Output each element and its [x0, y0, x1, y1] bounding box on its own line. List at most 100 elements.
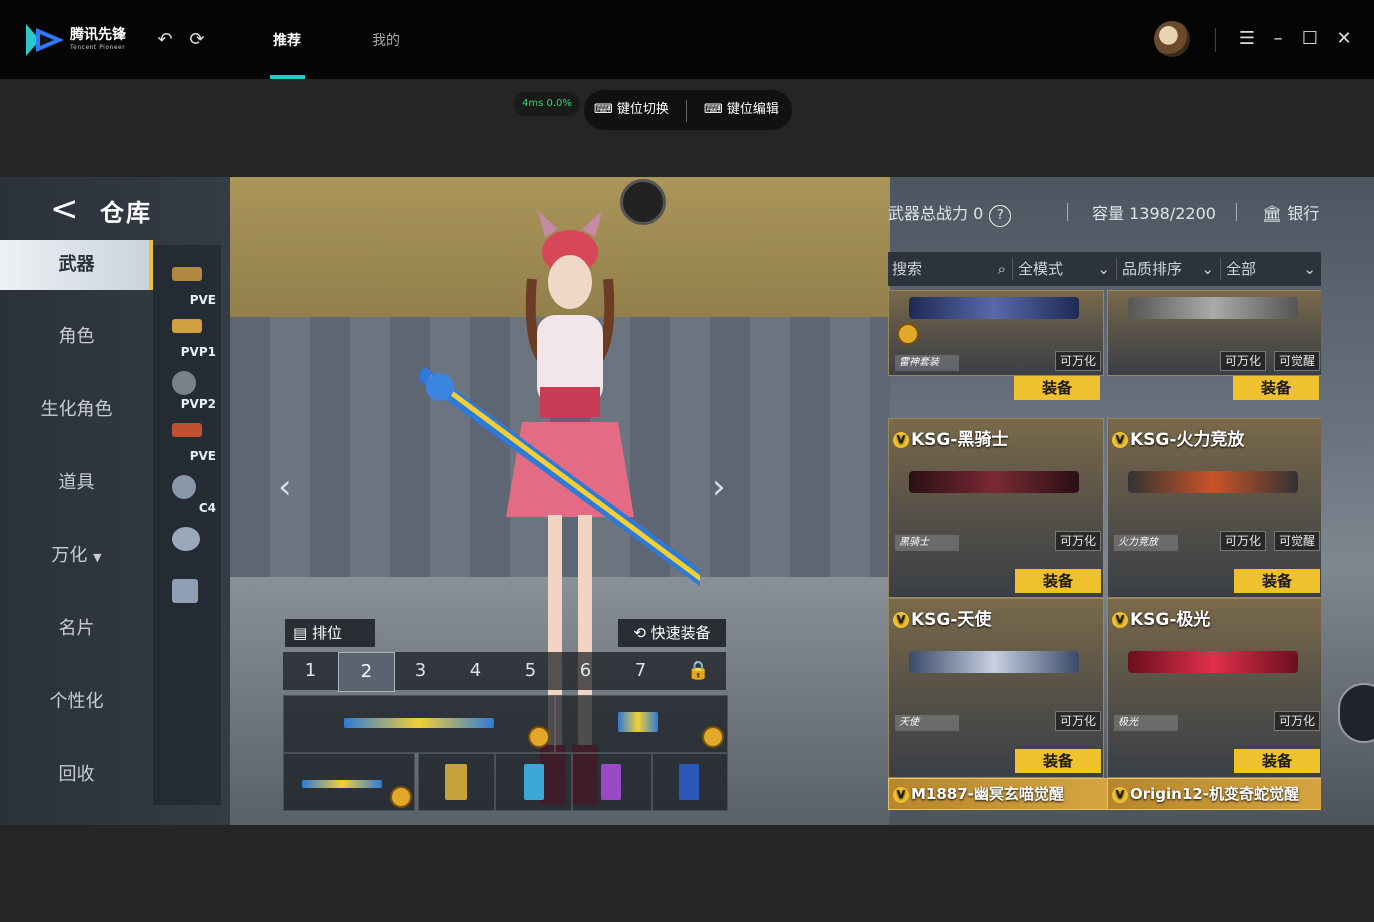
key-switch-label: 键位切换 [616, 102, 669, 117]
coin-icon [390, 786, 412, 808]
gun-icon [172, 267, 202, 281]
sub-tab-pve[interactable]: PVE [168, 261, 218, 309]
divider [1116, 258, 1117, 280]
category-dropdown[interactable]: 全部 ⌄ [1226, 252, 1318, 286]
bank-button[interactable]: 🏛 银行 [1262, 200, 1319, 224]
secondary-weapon-slot[interactable] [555, 695, 728, 753]
menu-icon[interactable]: ☰ [1235, 27, 1259, 51]
back-arrow-icon[interactable]: < [50, 189, 79, 229]
weapon-card[interactable]: V KSG-黑骑士 黑骑士 可万化 装备 [888, 418, 1104, 598]
search-icon: ⌕ [997, 260, 1006, 278]
sort-dropdown[interactable]: 品质排序 ⌄ [1122, 252, 1216, 286]
weapon-card[interactable]: 可万化 可觉醒 [1107, 290, 1321, 376]
menu-item-characters[interactable]: 角色 [0, 312, 153, 362]
sort-value: 品质排序 [1122, 260, 1183, 278]
menu-item-wanhua[interactable]: 万化 ▼ [0, 531, 153, 581]
melee-slot[interactable] [283, 753, 415, 811]
equip-button[interactable]: 装备 [1233, 376, 1319, 400]
slot-4[interactable]: 4 [448, 652, 503, 690]
tab-mine[interactable]: 我的 [372, 30, 400, 50]
capacity: 容量 1398/2200 [1092, 200, 1216, 224]
equip-button[interactable]: 装备 [1234, 749, 1320, 773]
avatar[interactable] [1154, 21, 1190, 57]
tag-transformable: 可万化 [1219, 351, 1266, 371]
weapon-image [1128, 471, 1298, 493]
tab-recommended[interactable]: 推荐 [273, 30, 301, 50]
tag-transformable: 可万化 [1054, 351, 1101, 371]
search-input[interactable]: 搜索 ⌕ [892, 252, 1008, 286]
knife-icon [172, 371, 196, 395]
quick-equip-button[interactable]: ⟲ 快速装备 [618, 619, 726, 647]
item-slot-flash[interactable] [495, 753, 572, 811]
active-tab-indicator [270, 75, 305, 79]
sub-tab-pve-2[interactable]: PVE [168, 417, 218, 465]
chevron-down-icon: ⌄ [1303, 260, 1316, 278]
tag-awaken: 可觉醒 [1273, 531, 1320, 551]
item-slot-extra[interactable] [652, 753, 728, 811]
divider [1220, 258, 1221, 280]
logo-subtext: Tencent Pioneer [70, 44, 126, 51]
rifle-icon [344, 718, 494, 728]
side-expand-button[interactable] [1338, 683, 1374, 743]
menu-item-weapons[interactable]: 武器 [0, 240, 153, 290]
skin-badge: 火力竞放 [1114, 535, 1178, 551]
weapon-card[interactable]: V KSG-天使 天使 可万化 装备 [888, 598, 1104, 778]
menu-item-items[interactable]: 道具 [0, 458, 153, 508]
maximize-icon[interactable]: ☐ [1298, 27, 1322, 51]
sort-button[interactable]: ▤ 排位 [285, 619, 375, 647]
prev-arrow-icon[interactable]: ‹ [278, 467, 292, 507]
slot-7[interactable]: 7 [613, 652, 668, 690]
key-edit-button[interactable]: ⌨ 键位编辑 [704, 90, 779, 130]
flashbang-icon [524, 764, 544, 800]
weapon-grid: 雷神套装 可万化 可万化 可觉醒 装备 装备 V KSG-黑骑士 黑骑士 可万化 … [888, 290, 1321, 825]
menu-item-recycle[interactable]: 回收 [0, 750, 153, 800]
weapon-power: 武器总战力 0? [888, 200, 1012, 227]
logo-text: 腾讯先锋 [70, 27, 126, 43]
equip-button[interactable]: 装备 [1015, 569, 1101, 593]
sort-label: 排位 [311, 624, 342, 642]
minimize-icon[interactable]: – [1266, 27, 1290, 51]
slot-2[interactable]: 2 [338, 652, 395, 692]
weapon-card[interactable]: 雷神套装 可万化 [888, 290, 1104, 376]
sub-tab-c4[interactable]: C4 [168, 469, 218, 517]
tag-awaken: 可觉醒 [1273, 351, 1320, 371]
v-icon: V [893, 786, 909, 803]
slot-3[interactable]: 3 [393, 652, 448, 690]
weapon-card[interactable]: V M1887-幽冥玄喵觉醒 [888, 778, 1108, 810]
weapon-card[interactable]: V Origin12-机变奇蛇觉醒 [1107, 778, 1321, 810]
slot-6[interactable]: 6 [558, 652, 613, 690]
grenade-icon [445, 764, 467, 800]
swap-icon: ⟲ [633, 624, 646, 642]
sub-tab-pvp2[interactable]: PVP2 [168, 365, 218, 413]
equip-button[interactable]: 装备 [1234, 569, 1320, 593]
sub-tab-helmet[interactable] [168, 521, 218, 569]
equip-button[interactable]: 装备 [1014, 376, 1100, 400]
primary-weapon-slot[interactable] [283, 695, 555, 753]
weapon-image [1128, 297, 1298, 319]
grenade-slot[interactable] [418, 753, 495, 811]
help-icon[interactable]: ? [989, 205, 1012, 227]
slot-5[interactable]: 5 [503, 652, 558, 690]
mode-dropdown[interactable]: 全模式 ⌄ [1018, 252, 1112, 286]
key-switch-button[interactable]: ⌨ 键位切换 [594, 90, 669, 130]
slot-1[interactable]: 1 [283, 652, 338, 690]
sub-tab-armor[interactable] [168, 573, 218, 621]
refresh-icon[interactable]: ⟳ [186, 29, 208, 51]
game-viewport: < 仓库 武器 角色 生化角色 道具 万化 ▼ 名片 个性化 回收 PVE PV… [0, 177, 1374, 825]
divider [1067, 203, 1068, 221]
weapon-card[interactable]: V KSG-极光 极光 可万化 装备 [1107, 598, 1321, 778]
equip-button[interactable]: 装备 [1015, 749, 1101, 773]
weapon-card[interactable]: V KSG-火力竞放 火力竞放 可万化 可觉醒 装备 [1107, 418, 1321, 598]
close-icon[interactable]: ✕ [1332, 27, 1356, 51]
sub-tab-pvp1[interactable]: PVP1 [168, 313, 218, 361]
menu-item-namecard[interactable]: 名片 [0, 604, 153, 654]
weapon-image [909, 651, 1079, 673]
item-slot-smoke[interactable] [572, 753, 652, 811]
next-arrow-icon[interactable]: › [712, 467, 726, 507]
title-bar: 腾讯先锋 Tencent Pioneer ↶ ⟳ 推荐 我的 ☰ – ☐ ✕ [0, 0, 1374, 79]
back-icon[interactable]: ↶ [154, 29, 176, 51]
power-label: 武器总战力 [888, 204, 969, 223]
menu-item-personalize[interactable]: 个性化 [0, 677, 153, 727]
tag-transformable: 可万化 [1219, 531, 1266, 551]
menu-item-bio-characters[interactable]: 生化角色 [0, 385, 153, 435]
